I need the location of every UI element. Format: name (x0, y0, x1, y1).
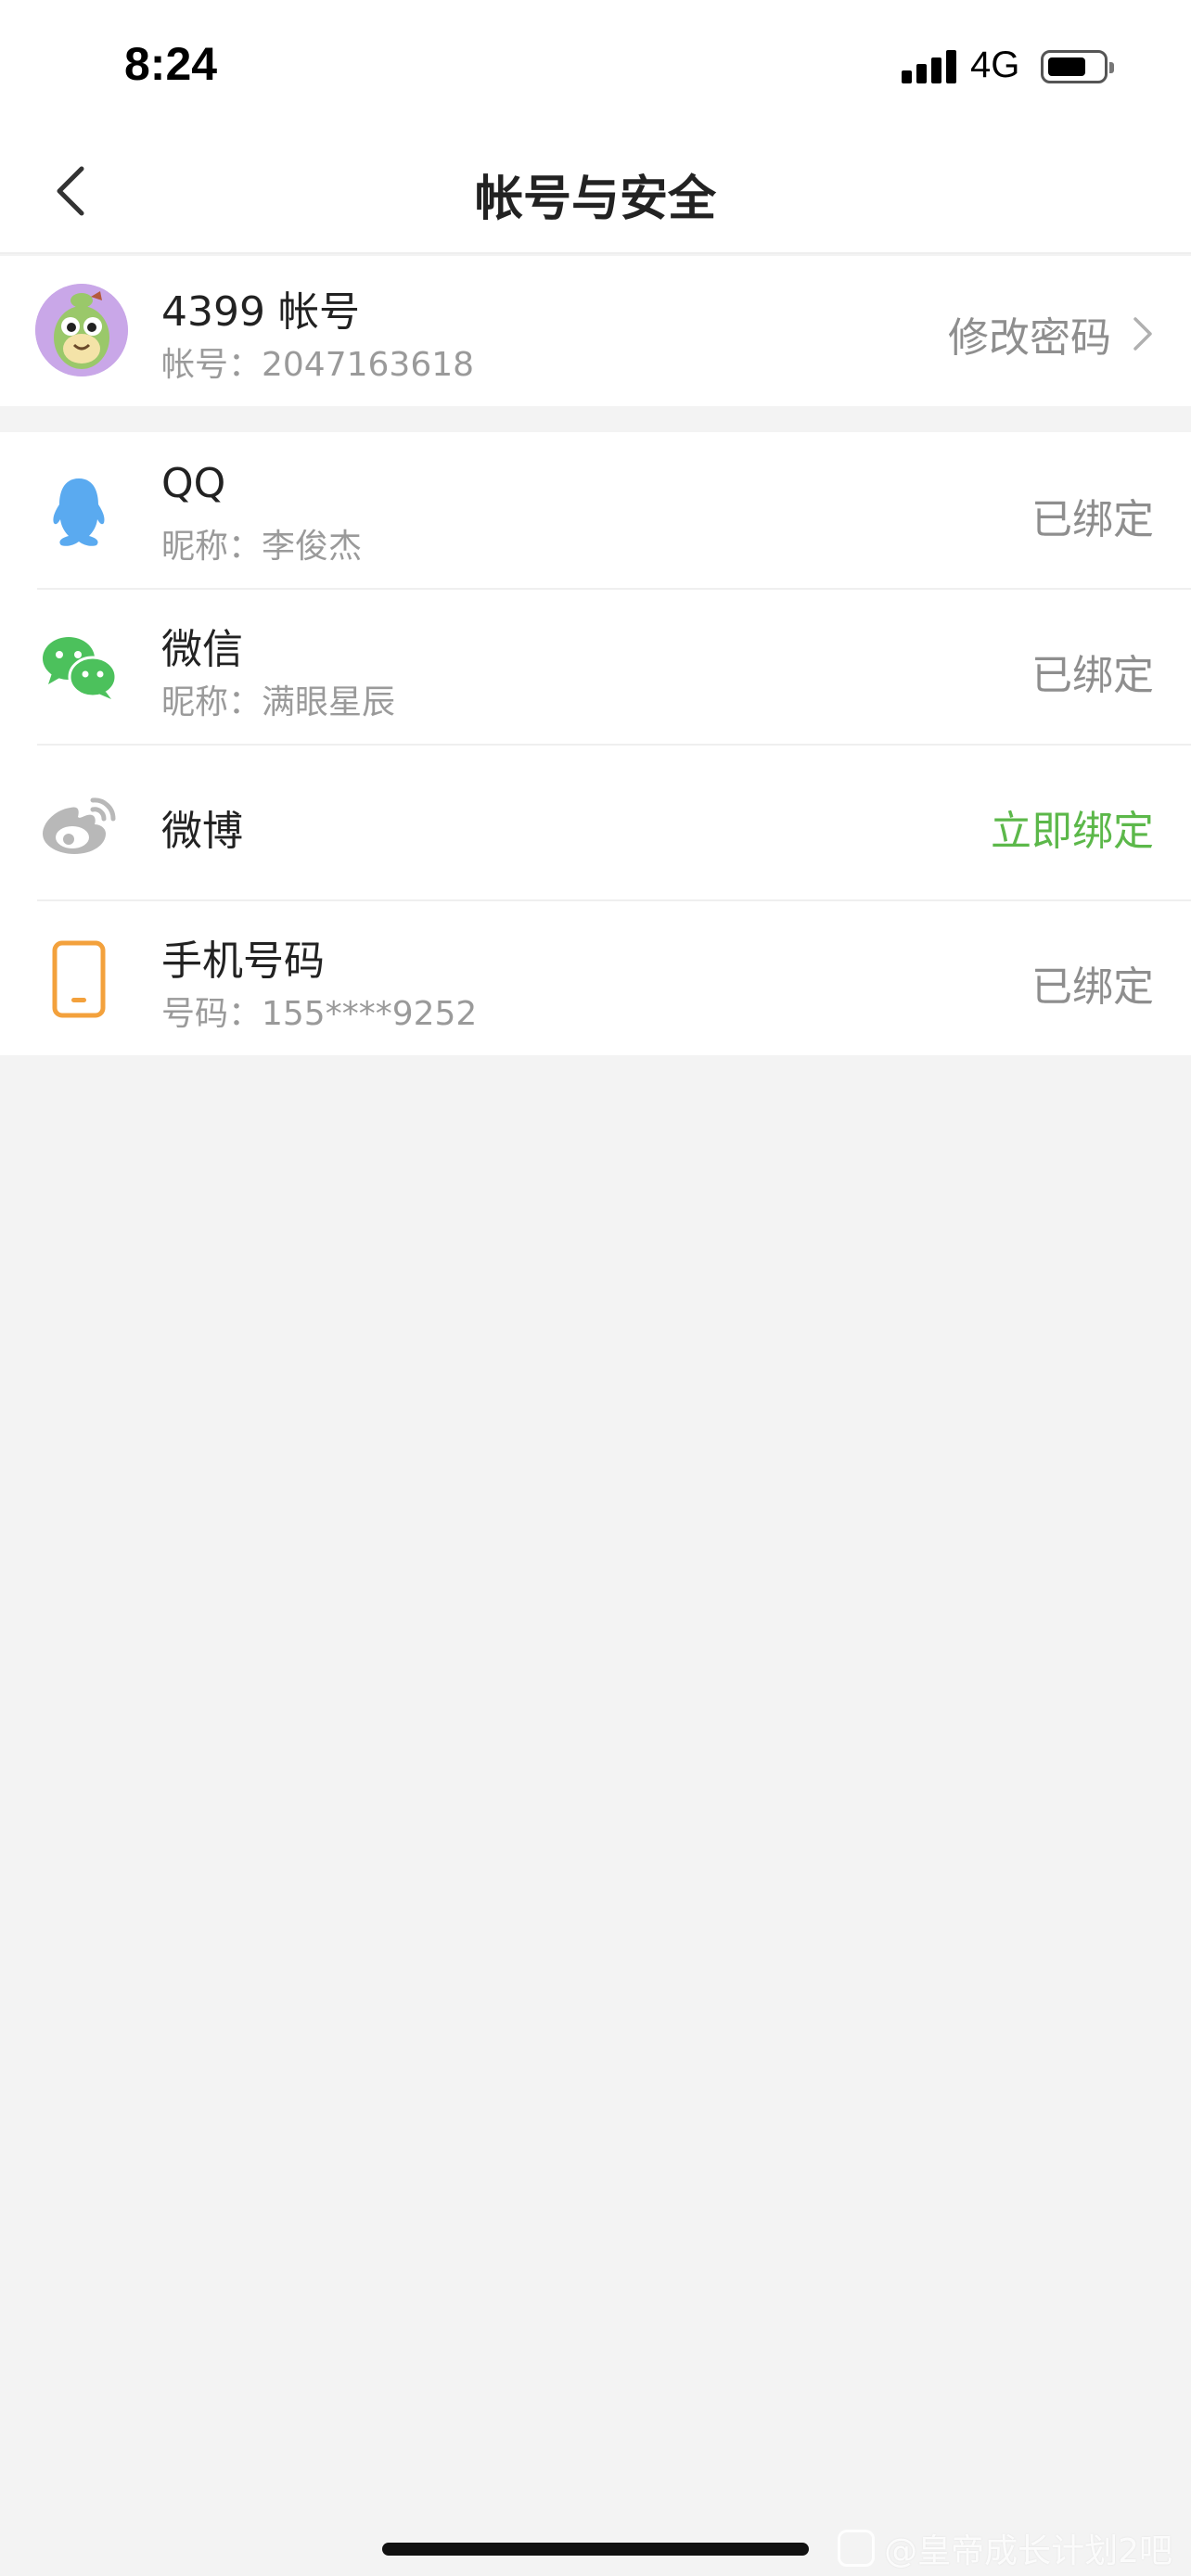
account-id: 帐号：2047163618 (161, 346, 475, 384)
binding-subtitle: 昵称：满眼星辰 (161, 683, 396, 721)
avatar (35, 284, 128, 376)
weibo-icon (37, 784, 121, 862)
status-time: 8:24 (124, 38, 218, 90)
nav-bar: 帐号与安全 (0, 130, 1191, 254)
chevron-right-icon (1133, 317, 1152, 351)
list-item-weibo[interactable]: 微博 立即绑定 (0, 744, 1191, 899)
watermark-text: @皇帝成长计划2吧 (884, 2532, 1172, 2570)
battery-icon (1041, 50, 1114, 83)
home-indicator[interactable] (382, 2543, 809, 2556)
status-bar: 8:24 4G (0, 0, 1191, 130)
binding-title: 微博 (161, 808, 243, 855)
list-item-qq[interactable]: QQ 昵称：李俊杰 已绑定 (0, 432, 1191, 588)
signal-icon (902, 50, 957, 83)
qq-icon (37, 473, 121, 551)
page-title: 帐号与安全 (474, 172, 716, 227)
network-label: 4G (970, 45, 1020, 85)
watermark: @皇帝成长计划2吧 (838, 2524, 1172, 2572)
binding-list: QQ 昵称：李俊杰 已绑定 微信 昵称：满眼星辰 已绑定 微博 立即绑定 手机号… (0, 432, 1191, 1055)
binding-title: QQ (161, 460, 226, 507)
tieba-logo-icon (838, 2530, 876, 2567)
list-item-phone[interactable]: 手机号码 号码：155****9252 已绑定 (0, 899, 1191, 1055)
account-card[interactable]: 4399 帐号 帐号：2047163618 修改密码 (0, 256, 1191, 406)
binding-title: 手机号码 (161, 937, 325, 985)
screen: 8:24 4G 帐号与安全 4399 帐号 帐号：2047163618 修改密码… (0, 0, 1191, 2576)
change-password-label: 修改密码 (948, 314, 1111, 362)
wechat-icon (37, 629, 121, 707)
list-item-wechat[interactable]: 微信 昵称：满眼星辰 已绑定 (0, 588, 1191, 744)
account-title: 4399 帐号 (161, 288, 360, 336)
binding-subtitle: 号码：155****9252 (161, 995, 478, 1033)
bind-now-button[interactable]: 立即绑定 (991, 797, 1154, 857)
phone-icon (37, 940, 121, 1018)
binding-status: 已绑定 (1031, 496, 1154, 543)
binding-subtitle: 昵称：李俊杰 (161, 528, 363, 566)
binding-status: 已绑定 (1031, 652, 1154, 699)
binding-status: 已绑定 (1031, 963, 1154, 1011)
binding-title: 微信 (161, 626, 243, 673)
change-password-button[interactable]: 修改密码 (948, 304, 1154, 363)
